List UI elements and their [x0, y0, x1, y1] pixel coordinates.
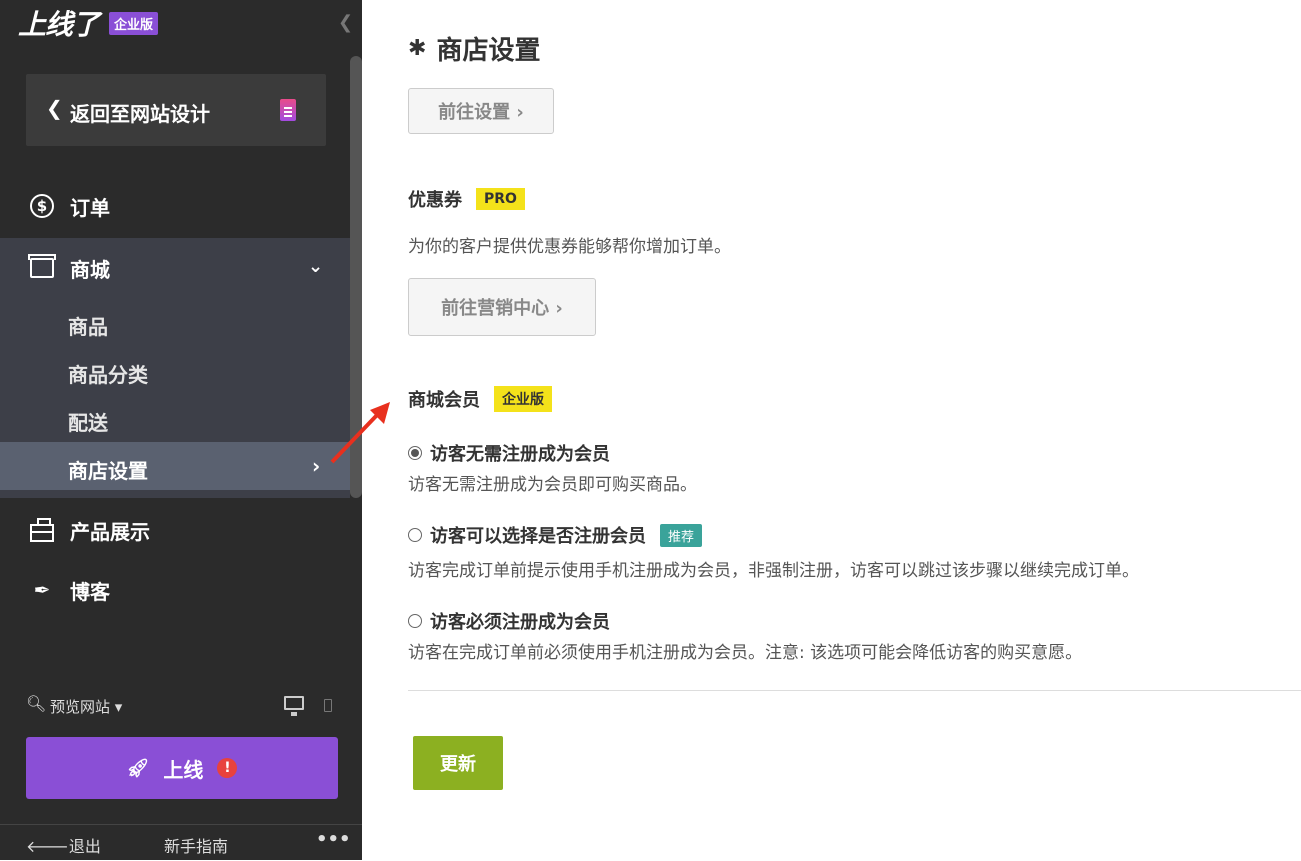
sidebar-item-products-showcase[interactable]: 产品展示	[0, 506, 350, 554]
sidebar-footer: 🡐退出 新手指南 •••	[0, 824, 362, 861]
gear-icon: ✱	[408, 36, 427, 61]
arrow-left-icon: 🡐	[26, 837, 69, 856]
annotation-arrow-icon	[330, 402, 390, 464]
membership-option-2-desc: 访客完成订单前提示使用手机注册成为会员，非强制注册，访客可以跳过该步骤以继续完成…	[408, 561, 1139, 581]
enterprise-badge: 企业版	[494, 386, 552, 412]
sidebar-item-label: 产品展示	[70, 519, 150, 544]
sidebar-subitem-categories[interactable]: 商品分类	[68, 359, 148, 388]
launch-button[interactable]: 🚀︎ 上线 !	[26, 737, 338, 799]
membership-option-1-desc: 访客无需注册成为会员即可购买商品。	[408, 475, 697, 495]
store-icon	[28, 254, 56, 282]
coupon-description: 为你的客户提供优惠券能够帮你增加订单。	[408, 237, 731, 257]
sidebar-item-label: 订单	[70, 195, 110, 220]
recommended-badge: 推荐	[660, 523, 703, 547]
sidebar-item-label: 博客	[70, 579, 110, 604]
back-to-design-button[interactable]: ❮ 返回至网站设计	[26, 74, 326, 146]
collapse-sidebar-icon[interactable]: ❮	[338, 12, 353, 33]
radio-selected[interactable]	[408, 446, 422, 460]
sidebar-item-shop[interactable]: 商城	[0, 244, 350, 292]
divider	[408, 690, 1301, 691]
sidebar-item-orders[interactable]: $ 订单	[0, 182, 350, 230]
preview-site-dropdown[interactable]: 预览网站 ▾	[50, 696, 122, 717]
membership-option-2[interactable]: 访客可以选择是否注册会员 推荐	[408, 522, 703, 548]
brand: 上线了 企业版	[18, 8, 159, 41]
search-icon: 🔍︎	[26, 694, 47, 713]
more-icon[interactable]: •••	[316, 829, 351, 850]
membership-option-1[interactable]: 访客无需注册成为会员	[408, 440, 610, 466]
update-button[interactable]: 更新	[413, 736, 503, 790]
desktop-icon[interactable]	[284, 696, 304, 716]
membership-title: 商城会员 企业版	[408, 386, 552, 412]
sidebar-subitem-shipping[interactable]: 配送	[68, 407, 108, 436]
sidebar-subitem-active-bg	[0, 442, 350, 490]
brand-logo[interactable]: 上线了	[18, 3, 100, 43]
alert-icon: !	[217, 758, 238, 778]
exit-button[interactable]: 🡐退出	[26, 833, 101, 857]
preview-row: 🔍︎ 预览网站 ▾	[26, 694, 336, 716]
goto-settings-button[interactable]: 前往设置 ›	[408, 88, 554, 134]
back-label: 返回至网站设计	[70, 102, 210, 126]
goto-marketing-button[interactable]: 前往营销中心 ›	[408, 278, 596, 336]
pro-badge: PRO	[476, 188, 525, 210]
sidebar-item-blog[interactable]: ✒ 博客	[0, 566, 350, 614]
briefcase-icon	[28, 516, 56, 544]
sidebar-subitem-products[interactable]: 商品	[68, 311, 108, 340]
launch-label: 上线	[163, 757, 204, 782]
radio-unselected[interactable]	[408, 528, 422, 542]
main-content: ✱ 商店设置 前往设置 › 优惠券 PRO 为你的客户提供优惠券能够帮你增加订单…	[362, 0, 1301, 860]
coupon-title: 优惠券 PRO	[408, 186, 525, 212]
membership-option-3[interactable]: 访客必须注册成为会员	[408, 608, 610, 634]
sidebar-subitem-shop-settings[interactable]: 商店设置	[68, 455, 148, 484]
chevron-down-icon[interactable]: ⌄	[308, 256, 323, 277]
membership-option-3-desc: 访客在完成订单前必须使用手机注册成为会员。注意: 该选项可能会降低访客的购买意愿…	[408, 643, 1083, 663]
rocket-icon: 🚀︎	[126, 757, 150, 779]
document-icon	[280, 99, 296, 121]
radio-unselected[interactable]	[408, 614, 422, 628]
sidebar-item-label: 商城	[70, 257, 110, 282]
chevron-right-icon: ›	[312, 454, 321, 478]
guide-link[interactable]: 新手指南	[164, 833, 228, 857]
edition-badge: 企业版	[109, 11, 159, 35]
feather-icon: ✒	[33, 578, 51, 602]
chevron-left-icon: ❮	[46, 96, 63, 120]
sidebar: 上线了 企业版 ❮ ❮ 返回至网站设计 $ 订单 商城 ⌄ 商品 商品分类 配送…	[0, 0, 362, 860]
page-title: ✱ 商店设置	[408, 36, 541, 66]
mobile-icon[interactable]	[324, 699, 332, 712]
dollar-circle-icon: $	[28, 192, 56, 220]
